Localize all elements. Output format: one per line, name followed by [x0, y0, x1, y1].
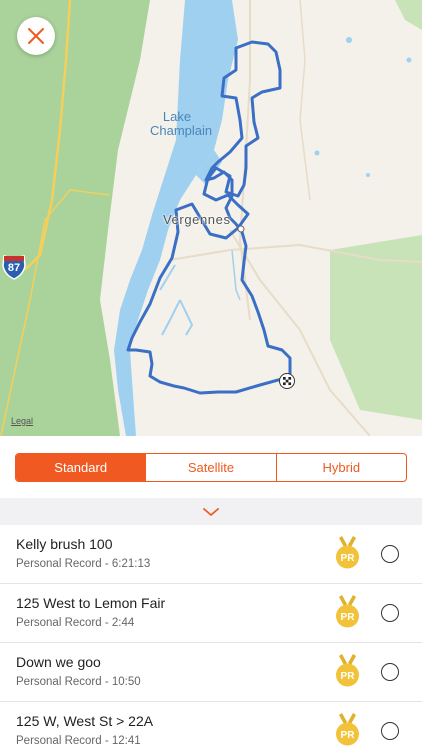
segment-name: 125 West to Lemon Fair: [16, 595, 166, 611]
map-type-satellite[interactable]: Satellite: [145, 454, 275, 481]
pr-badge-text: PR: [341, 730, 356, 741]
list-item[interactable]: 125 W, West St > 22A Personal Record - 1…: [0, 702, 422, 750]
pr-badge-text: PR: [341, 612, 356, 623]
list-item[interactable]: Down we goo Personal Record - 10:50 PR: [0, 643, 422, 702]
pr-medal-icon: PR: [336, 595, 359, 628]
segment-record: Personal Record - 6:21:13: [16, 558, 151, 570]
segment-name: Down we goo: [16, 654, 101, 670]
list-item[interactable]: 125 West to Lemon Fair Personal Record -…: [0, 584, 422, 643]
segment-radio[interactable]: [381, 722, 399, 740]
interstate-shield-icon: 87: [1, 254, 27, 280]
town-label: Vergennes: [163, 212, 231, 227]
segment-record: Personal Record - 12:41: [16, 735, 141, 747]
segment-radio[interactable]: [381, 545, 399, 563]
lake-label-line1: Lake: [162, 109, 192, 124]
map-type-hybrid[interactable]: Hybrid: [275, 454, 406, 481]
segment-name: Kelly brush 100: [16, 536, 113, 552]
segment-radio[interactable]: [381, 604, 399, 622]
segment-radio[interactable]: [381, 663, 399, 681]
segment-record: Personal Record - 2:44: [16, 617, 135, 629]
map-type-controls: Standard Satellite Hybrid: [0, 436, 422, 498]
interstate-number: 87: [7, 262, 21, 274]
map-type-segmented-control: Standard Satellite Hybrid: [15, 453, 407, 482]
segment-list: Kelly brush 100 Personal Record - 6:21:1…: [0, 525, 422, 750]
route-map[interactable]: Lake Champlain Vergennes Legal 87: [0, 0, 422, 436]
map-type-standard[interactable]: Standard: [16, 454, 146, 481]
list-item[interactable]: Kelly brush 100 Personal Record - 6:21:1…: [0, 525, 422, 584]
legal-link[interactable]: Legal: [11, 416, 33, 426]
pr-medal-icon: PR: [336, 713, 359, 746]
pr-badge-text: PR: [341, 671, 356, 682]
pr-badge-text: PR: [341, 553, 356, 564]
close-x-icon: [28, 28, 44, 44]
checkered-flag-icon: [279, 373, 295, 389]
segment-record: Personal Record - 10:50: [16, 676, 141, 688]
pr-medal-icon: PR: [336, 654, 359, 687]
collapse-toggle[interactable]: [0, 498, 422, 525]
pr-medal-icon: PR: [336, 536, 359, 569]
lake-label: Lake Champlain: [150, 109, 213, 138]
lake-label-line2: Champlain: [150, 123, 213, 138]
chevron-down-icon: [203, 507, 219, 516]
close-button[interactable]: [17, 17, 55, 55]
segment-name: 125 W, West St > 22A: [16, 713, 154, 729]
